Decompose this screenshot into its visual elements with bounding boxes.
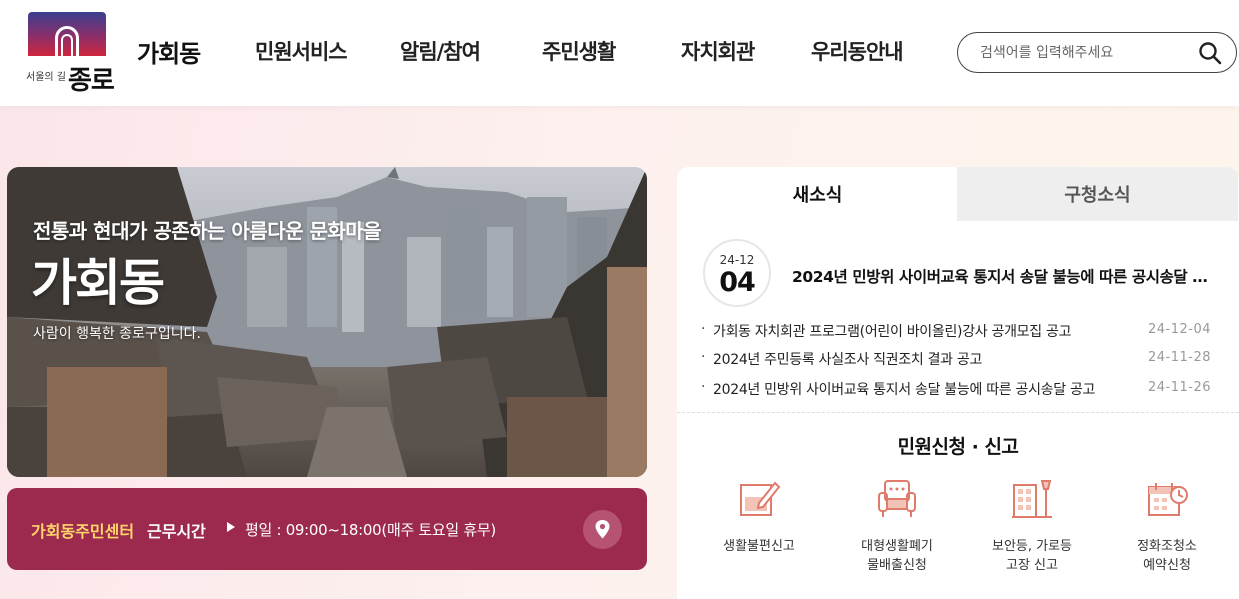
services-title: 민원신청 · 신고 <box>897 436 1019 458</box>
calendar-clock-icon <box>1148 483 1188 516</box>
nav-resident-life[interactable]: 주민생활 <box>542 36 616 66</box>
search-box <box>957 32 1237 73</box>
service-label: 대형생활폐기 물배출신청 <box>861 539 933 573</box>
sofa-icon <box>878 480 916 517</box>
news-item-title: 2024년 주민등록 사실조사 직권조치 결과 공고 <box>713 352 983 368</box>
tab-news[interactable]: 새소식 <box>677 167 958 221</box>
news-list-item[interactable]: · 2024년 주민등록 사실조사 직권조치 결과 공고 24-11-28 <box>701 349 1211 369</box>
service-inconvenience-report[interactable]: 생활불편신고 <box>689 477 829 577</box>
nav-home[interactable]: 가회동 <box>137 34 201 69</box>
search-input[interactable] <box>980 42 1190 64</box>
service-label: 생활불편신고 <box>723 539 795 554</box>
nav-neighborhood-guide[interactable]: 우리동안내 <box>811 36 904 66</box>
hero-title: 가회동 <box>31 254 165 312</box>
news-list-item[interactable]: · 2024년 민방위 사이버교육 통지서 송달 불능에 따른 공시송달 공고 … <box>701 379 1211 399</box>
pencil-board-icon <box>740 481 781 516</box>
nav-autonomy-hall[interactable]: 자치회관 <box>681 36 755 66</box>
featured-date-day: 04 <box>719 267 756 298</box>
streetlight-building-icon <box>1012 480 1052 518</box>
service-septic-cleaning[interactable]: 정화조청소 예약신청 <box>1097 477 1237 577</box>
office-hours-bar: 가회동주민센터 근무시간 평일 : 09:00~18:00(매주 토요일 휴무) <box>7 488 647 570</box>
news-item-title: 2024년 민방위 사이버교육 통지서 송달 불능에 따른 공시송달 공고 <box>713 382 1096 398</box>
service-label: 정화조청소 예약신청 <box>1137 539 1197 573</box>
service-streetlight-report[interactable]: 보안등, 가로등 고장 신고 <box>962 477 1102 577</box>
news-item-title: 가회동 자치회관 프로그램(어린이 바이올린)강사 공개모집 공고 <box>713 324 1072 340</box>
arrow-right-icon <box>227 522 235 532</box>
site-header: 서울의 길 종로 가회동 민원서비스 알림/참여 주민생활 자치회관 우리동안내 <box>0 0 1239 106</box>
featured-news-title[interactable]: 2024년 민방위 사이버교육 통지서 송달 불능에 따른 공시송달 공고 <box>792 265 1212 287</box>
nav-civil-service[interactable]: 민원서비스 <box>255 36 348 66</box>
hero-banner: 전통과 현대가 공존하는 아름다운 문화마을 가회동 사람이 행복한 종로구입니… <box>7 167 647 477</box>
service-label: 보안등, 가로등 고장 신고 <box>991 539 1073 573</box>
logo-gate-icon <box>28 12 106 56</box>
hanok-village-image <box>7 167 647 477</box>
featured-date-badge: 24-12 04 <box>703 239 771 307</box>
news-item-date: 24-12-04 <box>1147 322 1211 337</box>
location-button[interactable] <box>583 510 622 549</box>
hero-caption: 사람이 행복한 종로구입니다. <box>33 326 201 342</box>
news-panel: 새소식 구청소식 24-12 04 2024년 민방위 사이버교육 통지서 송달… <box>677 167 1239 599</box>
search-icon[interactable] <box>1198 41 1222 65</box>
featured-date-yymm: 24-12 <box>719 253 755 267</box>
news-item-date: 24-11-26 <box>1147 380 1211 395</box>
logo-small-text: 서울의 길 <box>26 72 66 83</box>
jongno-logo[interactable]: 서울의 길 종로 <box>24 10 115 96</box>
hours-label: 근무시간 <box>147 522 206 541</box>
news-item-date: 24-11-28 <box>1147 350 1211 365</box>
tab-district-news[interactable]: 구청소식 <box>957 167 1238 221</box>
hero-subtitle: 전통과 현대가 공존하는 아름다운 문화마을 <box>33 219 382 243</box>
hours-time: 평일 : 09:00~18:00(매주 토요일 휴무) <box>245 521 496 539</box>
news-list-item[interactable]: · 가회동 자치회관 프로그램(어린이 바이올린)강사 공개모집 공고 24-1… <box>701 321 1211 341</box>
nav-notice-participation[interactable]: 알림/참여 <box>400 36 481 66</box>
logo-big-text: 종로 <box>68 66 115 96</box>
service-bulky-waste[interactable]: 대형생활폐기 물배출신청 <box>827 477 967 577</box>
center-name: 가회동주민센터 <box>31 522 135 541</box>
section-divider <box>677 412 1239 413</box>
map-pin-icon <box>595 520 610 539</box>
